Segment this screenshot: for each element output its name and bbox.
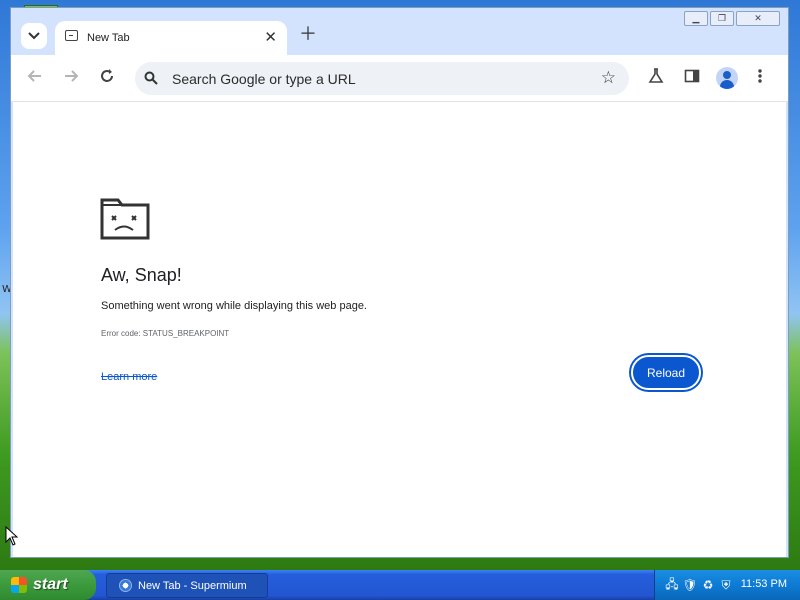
toolbar: ☆ [11,55,788,102]
windows-logo-icon [11,577,27,593]
network-icon[interactable]: 🖧 [665,577,679,592]
labs-icon[interactable] [648,68,664,88]
system-tray: 🖧 🛡 ♻ ⛨ 11:53 PM [654,570,800,600]
side-panel-icon[interactable] [684,68,700,88]
learn-more-link[interactable]: Learn more [101,371,157,383]
profile-avatar-icon[interactable] [716,67,738,89]
omnibox[interactable]: ☆ [135,62,629,95]
new-tab-button[interactable]: ＋ [299,25,317,45]
page-content: Aw, Snap! Something went wrong while dis… [13,102,786,557]
omnibox-input[interactable] [170,66,574,92]
mouse-cursor-icon [5,526,19,546]
forward-icon[interactable] [63,68,79,88]
taskbar-item-supermium[interactable]: New Tab - Supermium [106,573,268,598]
close-window-button[interactable]: ✕ [736,11,780,26]
tab-new-tab[interactable]: New Tab ✕ [55,21,287,55]
error-title: Aw, Snap! [101,265,182,285]
star-icon[interactable]: ☆ [601,68,616,88]
update-icon[interactable]: ♻ [701,578,715,592]
menu-icon[interactable] [757,68,763,88]
browser-window: New Tab ✕ ＋ ▁ ❐ ✕ ☆ [10,7,789,558]
tab-title: New Tab [87,32,130,44]
tab-search-button[interactable] [21,23,47,49]
sad-tab-icon [100,198,150,240]
reload-button[interactable]: Reload [631,355,701,390]
start-button[interactable]: start [0,570,96,600]
clock: 11:53 PM [740,578,787,590]
reload-icon[interactable] [99,68,115,88]
window-controls: ▁ ❐ ✕ [684,11,780,26]
error-code: Error code: STATUS_BREAKPOINT [101,329,230,338]
browser-icon [119,579,132,592]
alert-shield-icon[interactable]: ⛨ [719,578,733,592]
restore-button[interactable]: ❐ [710,11,734,26]
back-icon[interactable] [27,68,43,88]
search-icon [144,71,158,88]
chevron-down-icon [28,29,40,43]
taskbar-item-label: New Tab - Supermium [138,579,247,592]
close-icon[interactable]: ✕ [264,28,277,46]
error-message: Something went wrong while displaying th… [101,300,367,312]
minimize-button[interactable]: ▁ [684,11,708,26]
security-shield-icon[interactable]: 🛡 [682,578,697,592]
taskbar: start New Tab - Supermium 🖧 🛡 ♻ ⛨ 11:53 … [0,570,800,600]
tab-strip: New Tab ✕ ＋ ▁ ❐ ✕ [11,8,788,55]
sad-tab-favicon-icon [65,30,78,41]
start-label: start [33,576,68,593]
